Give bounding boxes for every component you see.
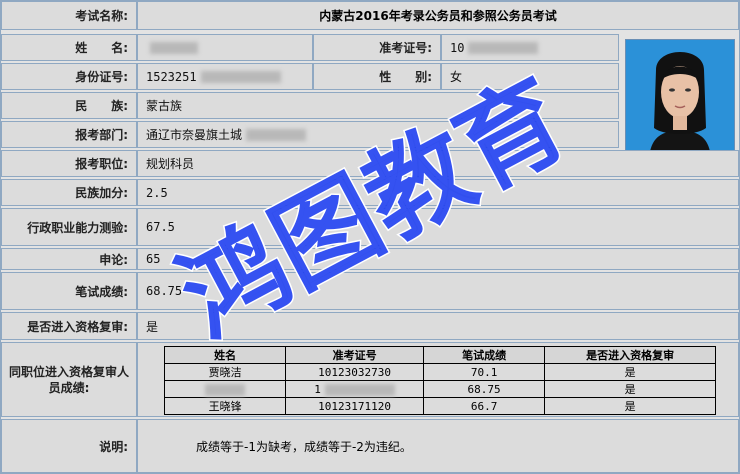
ticket-value: 10: [441, 34, 619, 61]
peer-score: 66.7: [422, 397, 546, 415]
position-label: 报考职位:: [1, 150, 137, 177]
name-value: [137, 34, 313, 61]
redacted-ticket: [468, 41, 539, 54]
table-row: 1 68.75 是: [163, 380, 716, 398]
peers-header-ticket: 准考证号: [285, 346, 424, 364]
ethnic-bonus-value: 2.5: [137, 179, 739, 206]
peer-score: 68.75: [422, 380, 546, 398]
peer-qualify: 是: [544, 380, 716, 398]
exam-value: 内蒙古2016年考录公务员和参照公务员考试: [137, 1, 739, 30]
exam-label: 考试名称:: [1, 1, 137, 30]
aptitude-value: 67.5: [137, 208, 739, 246]
peer-name: 贾晓洁: [163, 363, 287, 381]
peer-name: [163, 380, 287, 398]
peers-header-qualify: 是否进入资格复审: [544, 346, 716, 364]
peer-name: 王晓锋: [163, 397, 287, 415]
aptitude-label: 行政职业能力测验:: [1, 208, 137, 246]
peer-ticket: 1: [285, 380, 424, 398]
peers-header-score: 笔试成绩: [422, 346, 546, 364]
ticket-label: 准考证号:: [313, 34, 441, 61]
id-card-label: 身份证号:: [1, 63, 137, 90]
redacted-department: [246, 128, 307, 141]
redacted-id: [200, 70, 281, 83]
ethnic-bonus-label: 民族加分:: [1, 179, 137, 206]
ethnicity-label: 民 族:: [1, 92, 137, 119]
essay-label: 申论:: [1, 248, 137, 270]
peer-qualify: 是: [544, 397, 716, 415]
id-card-value: 1523251: [137, 63, 313, 90]
redacted-peer-name: [205, 383, 246, 396]
written-label: 笔试成绩:: [1, 272, 137, 310]
table-row: 贾晓洁 10123032730 70.1 是: [163, 363, 716, 381]
position-value: 规划科员: [137, 150, 739, 177]
peers-header-name: 姓名: [163, 346, 287, 364]
peer-ticket: 10123032730: [285, 363, 424, 381]
department-value: 通辽市奈曼旗土城: [137, 121, 619, 148]
written-value: 68.75: [137, 272, 739, 310]
redacted-name: [150, 41, 198, 54]
gender-label: 性 别:: [313, 63, 441, 90]
gender-value: 女: [441, 63, 619, 90]
department-label: 报考部门:: [1, 121, 137, 148]
peers-label: 同职位进入资格复审人员成绩:: [1, 342, 137, 417]
essay-value: 65: [137, 248, 739, 270]
note-label: 说明:: [1, 419, 137, 473]
peer-score: 70.1: [422, 363, 546, 381]
ethnicity-value: 蒙古族: [137, 92, 619, 119]
qualify-value: 是: [137, 312, 739, 340]
name-label: 姓 名:: [1, 34, 137, 61]
peers-header-row: 姓名 准考证号 笔试成绩 是否进入资格复审: [163, 346, 716, 364]
peers-table: 姓名 准考证号 笔试成绩 是否进入资格复审 贾晓洁 10123032730 70…: [163, 346, 716, 415]
peer-qualify: 是: [544, 363, 716, 381]
table-row: 王晓锋 10123171120 66.7 是: [163, 397, 716, 415]
qualify-label: 是否进入资格复审:: [1, 312, 137, 340]
note-value: 成绩等于-1为缺考，成绩等于-2为违纪。: [137, 419, 739, 473]
redacted-peer-ticket: [324, 383, 395, 396]
peer-ticket: 10123171120: [285, 397, 424, 415]
